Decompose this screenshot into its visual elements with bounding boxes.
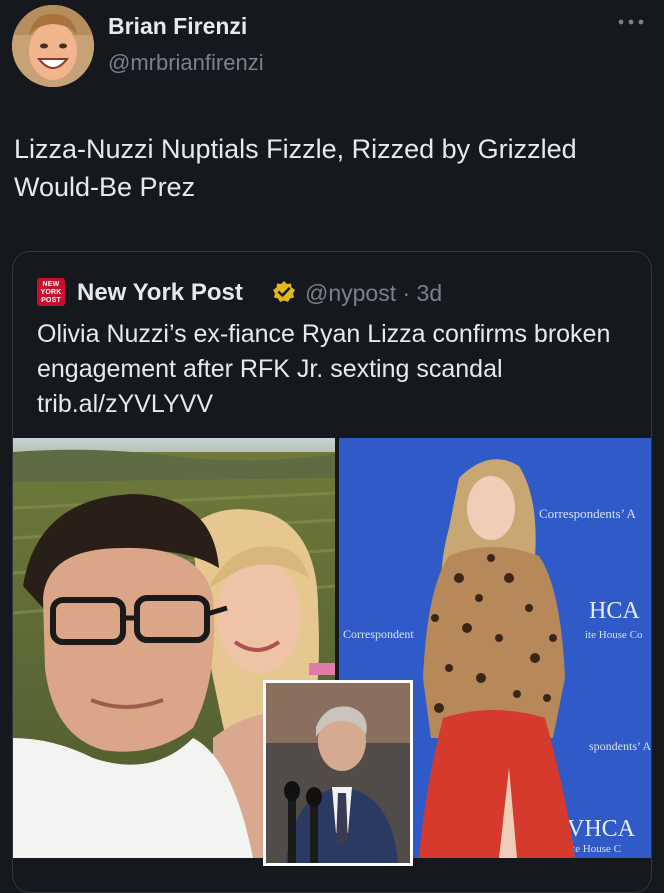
quoted-media[interactable]: Correspondents’ A Correspondent HCA ite … [13,438,651,892]
backdrop-text: ite House Co [585,629,643,641]
quoted-handle-time[interactable]: @nypost · 3d [305,280,442,307]
quoted-author-name[interactable]: New York Post [77,279,243,307]
backdrop-text: VHCA [567,816,636,842]
quoted-tweet-card[interactable]: NEW YORK POST New York Post @nypost · 3d… [12,251,652,893]
user-handle[interactable]: @mrbrianfirenzi [108,50,264,76]
tweet-text: Lizza-Nuzzi Nuptials Fizzle, Rizzed by G… [14,134,577,202]
backdrop-text: ite House C [569,843,621,855]
backdrop-text: Correspondent [343,627,414,641]
inset-photo[interactable] [263,680,413,866]
display-name[interactable]: Brian Firenzi [108,13,247,40]
quoted-tweet-text: Olivia Nuzzi’s ex-fiance Ryan Lizza conf… [37,320,611,418]
nypost-logo-icon: NEW YORK POST [37,278,65,306]
backdrop-text: HCA [589,598,640,624]
backdrop-text: Correspondents’ A [539,506,636,521]
backdrop-text: spondents’ A [589,739,651,753]
verified-badge-icon [272,280,296,304]
more-options-icon[interactable] [616,14,646,30]
avatar[interactable] [12,5,94,87]
